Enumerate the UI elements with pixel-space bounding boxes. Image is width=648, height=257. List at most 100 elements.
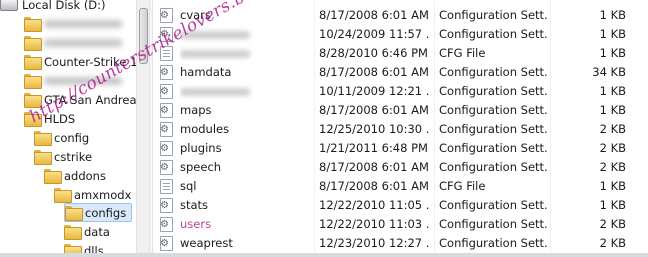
config-file-icon: [160, 6, 178, 25]
tree-item-configs[interactable]: configs: [64, 203, 132, 222]
file-date-modified: 8/17/2008 6:01 AM: [319, 179, 429, 193]
tree-scrollbar-thumb[interactable]: [139, 8, 148, 64]
tree-item-hlds[interactable]: HLDS: [24, 109, 75, 128]
file-date-modified: 8/17/2008 6:01 AM: [319, 8, 429, 22]
file-type: Configuration Sett...: [439, 160, 549, 174]
tree-scrollbar[interactable]: [136, 0, 150, 257]
file-row[interactable]: modules 12/25/2010 10:30 ... Configuration…: [154, 120, 648, 139]
tree-item-cstrike[interactable]: cstrike: [34, 147, 92, 166]
file-size: 2 KB: [599, 141, 626, 155]
file-date-modified: 10/11/2009 12:21 ...: [319, 84, 429, 98]
config-file-icon: [160, 234, 178, 253]
config-file-icon: [160, 215, 178, 234]
file-type: Configuration Sett...: [439, 122, 549, 136]
tree-item-config[interactable]: config: [34, 128, 89, 147]
config-file-icon: [160, 25, 178, 44]
file-type: Configuration Sett...: [439, 236, 549, 250]
file-type: Configuration Sett...: [439, 65, 549, 79]
config-file-icon-glyph: [160, 217, 173, 232]
file-date-modified: 10/24/2009 11:57 ...: [319, 27, 429, 41]
file-row[interactable]: 10/11/2009 12:21 ... Configuration Sett..…: [154, 82, 648, 101]
file-row[interactable]: 10/24/2009 11:57 ... Configuration Sett..…: [154, 25, 648, 44]
file-date-modified: 12/22/2010 11:03 ...: [319, 217, 429, 231]
tree-item-label: Counter-Strike 1: [44, 54, 136, 69]
config-file-icon-glyph: [160, 103, 173, 118]
file-row[interactable]: speech 8/17/2008 6:01 AM Configuration Set…: [154, 158, 648, 177]
folder-icon: [24, 36, 42, 51]
tree-item-gta-san-andrea[interactable]: GTA San Andrea: [24, 90, 136, 109]
file-row[interactable]: hamdata 8/17/2008 6:01 AM Configuration Se…: [154, 63, 648, 82]
folder-icon: [24, 17, 42, 32]
file-size: 34 KB: [592, 65, 626, 79]
file-row[interactable]: stats 12/22/2010 11:05 ... Configuration S…: [154, 196, 648, 215]
folder-icon: [34, 150, 52, 165]
file-list: cvars 8/17/2008 6:01 AM Configuration Sett…: [154, 0, 648, 257]
file-size: 2 KB: [599, 160, 626, 174]
tree-item-data[interactable]: data: [64, 222, 110, 241]
folder-icon: [65, 206, 83, 221]
file-row[interactable]: users 12/22/2010 11:03 ... Configuration S…: [154, 215, 648, 234]
tree-item-blurred-1[interactable]: [24, 14, 122, 33]
file-type: Configuration Sett...: [439, 27, 549, 41]
file-type: CFG File: [439, 46, 486, 60]
folder-icon: [24, 74, 42, 89]
file-name: maps: [180, 103, 212, 117]
file-date-modified: 8/17/2008 6:01 AM: [319, 103, 429, 117]
bottom-edge: [0, 253, 648, 257]
config-file-icon-glyph: [160, 198, 173, 213]
file-date-modified: 8/17/2008 6:01 AM: [319, 65, 429, 79]
config-file-icon: [160, 82, 178, 101]
file-row[interactable]: weaprest 12/23/2010 12:27 ... Configuratio…: [154, 234, 648, 253]
file-row[interactable]: maps 8/17/2008 6:01 AM Configuration Sett.…: [154, 101, 648, 120]
folder-icon: [24, 93, 42, 108]
tree-item-label: [44, 38, 122, 47]
file-row[interactable]: plugins 1/21/2011 6:48 PM Configuration Se…: [154, 139, 648, 158]
file-icon: [160, 44, 178, 63]
folder-tree: Local Disk (D:) Counter-Strike 1 GTA San…: [0, 0, 136, 257]
tree-item-label: [44, 76, 122, 85]
tree-item-label: Local Disk (D:): [22, 0, 106, 12]
file-icon: [160, 177, 178, 196]
file-type: Configuration Sett...: [439, 103, 549, 117]
file-size: 1 KB: [599, 8, 626, 22]
file-type: Configuration Sett...: [439, 217, 549, 231]
config-file-icon: [160, 158, 178, 177]
file-icon-glyph: [160, 46, 173, 61]
file-name: [180, 44, 310, 63]
tree-item-counter-strike-1[interactable]: Counter-Strike 1: [24, 52, 136, 71]
file-size: 1 KB: [599, 27, 626, 41]
file-icon-glyph: [160, 179, 173, 194]
file-size: 1 KB: [599, 84, 626, 98]
tree-item-addons[interactable]: addons: [44, 166, 106, 185]
folder-icon: [24, 55, 42, 70]
file-row[interactable]: 8/28/2010 6:46 PM CFG File 1 KB: [154, 44, 648, 63]
tree-item-blurred-2[interactable]: [24, 33, 122, 52]
tree-item-amxmodx[interactable]: amxmodx: [54, 185, 131, 204]
tree-item-label: cstrike: [54, 149, 93, 164]
pane-splitter[interactable]: [150, 0, 153, 257]
tree-item-label: config: [54, 130, 90, 145]
tree-item-label: GTA San Andrea: [44, 92, 136, 107]
file-size: 1 KB: [599, 103, 626, 117]
file-size: 2 KB: [599, 122, 626, 136]
config-file-icon: [160, 101, 178, 120]
config-file-icon: [160, 196, 178, 215]
file-row[interactable]: cvars 8/17/2008 6:01 AM Configuration Sett…: [154, 6, 648, 25]
file-name: plugins: [180, 141, 222, 155]
file-row[interactable]: sql 8/17/2008 6:01 AM CFG File 1 KB: [154, 177, 648, 196]
file-size: 2 KB: [599, 217, 626, 231]
config-file-icon-glyph: [160, 236, 173, 251]
file-name: weaprest: [180, 236, 233, 250]
file-size: 1 KB: [599, 198, 626, 212]
config-file-icon-glyph: [160, 160, 173, 175]
tree-item-label: HLDS: [44, 111, 76, 126]
tree-item-blurred-4[interactable]: [24, 71, 122, 90]
file-name: sql: [180, 179, 197, 193]
tree-item-local-disk-d[interactable]: Local Disk (D:): [0, 0, 106, 14]
folder-icon: [24, 112, 42, 127]
file-type: Configuration Sett...: [439, 84, 549, 98]
file-name: stats: [180, 198, 209, 212]
file-type: Configuration Sett...: [439, 198, 549, 212]
file-name: cvars: [180, 8, 211, 22]
config-file-icon: [160, 63, 178, 82]
